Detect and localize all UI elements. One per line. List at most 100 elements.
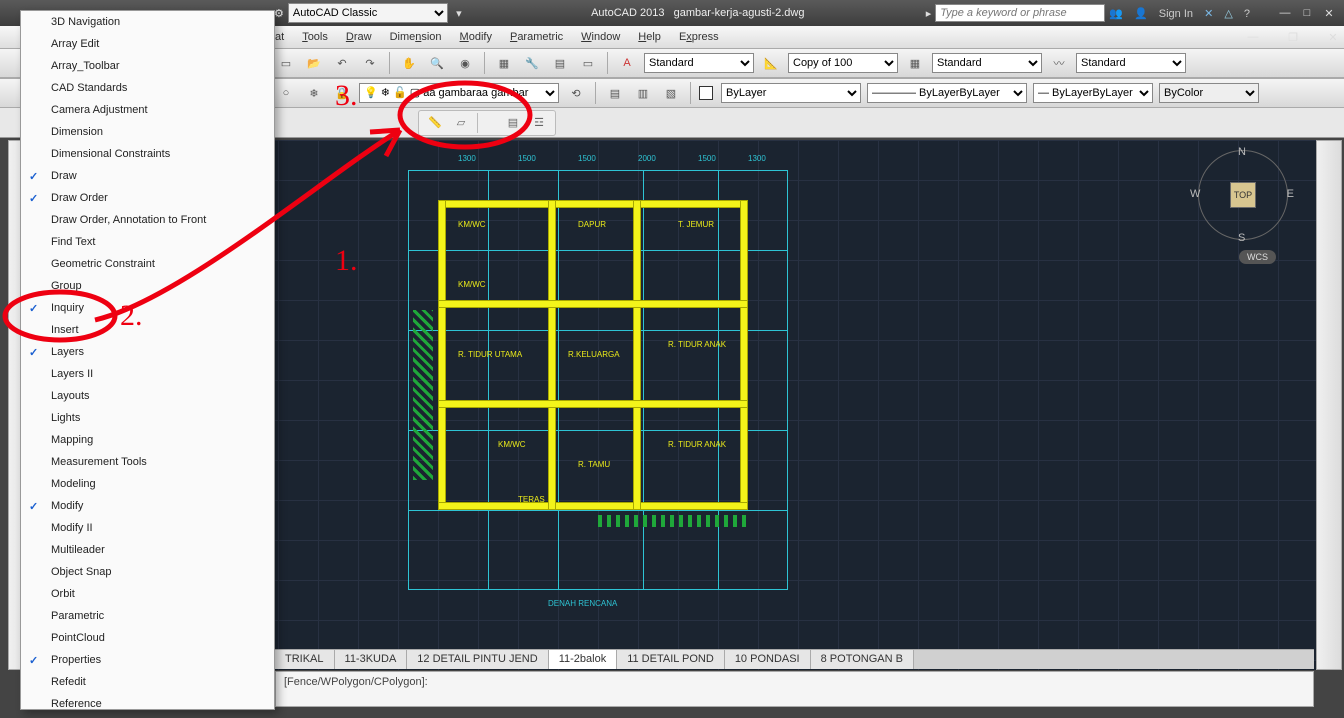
- infocenter-icon[interactable]: 👥: [1109, 8, 1123, 20]
- context-menu-item[interactable]: CAD Standards: [21, 77, 274, 99]
- context-menu-item[interactable]: Geometric Constraint: [21, 253, 274, 275]
- context-menu-item[interactable]: ✓Inquiry: [21, 297, 274, 319]
- context-menu-item[interactable]: Parametric: [21, 605, 274, 627]
- context-menu-item[interactable]: Insert: [21, 319, 274, 341]
- calc-icon[interactable]: ▭: [577, 52, 599, 74]
- context-menu-item[interactable]: Layers II: [21, 363, 274, 385]
- qat-dropdown-icon[interactable]: ▾: [448, 5, 470, 21]
- help-icon[interactable]: △: [1224, 8, 1232, 20]
- menu-item[interactable]: at: [275, 31, 284, 43]
- pan-icon[interactable]: ✋: [398, 52, 420, 74]
- textstyle-select[interactable]: Standard: [644, 53, 754, 73]
- menu-item[interactable]: Dimension: [390, 31, 442, 43]
- color-swatch[interactable]: [699, 86, 713, 100]
- context-menu-item[interactable]: Reference: [21, 693, 274, 710]
- open-icon[interactable]: 📂: [303, 52, 325, 74]
- area-icon[interactable]: ▱: [451, 113, 471, 133]
- help2-icon[interactable]: ?: [1244, 8, 1250, 20]
- menu-item[interactable]: TToolsools: [302, 31, 328, 43]
- workspace-select[interactable]: AutoCAD Classic: [288, 3, 448, 23]
- context-menu-item[interactable]: ✓Modify: [21, 495, 274, 517]
- palette-icon[interactable]: ▤: [549, 52, 571, 74]
- redo-icon[interactable]: ↷: [359, 52, 381, 74]
- layer-select[interactable]: 💡 ❄ 🔓 ▢ aa gambaraa gambar: [359, 83, 559, 103]
- signin-icon[interactable]: 👤: [1134, 8, 1148, 20]
- sheet-icon[interactable]: ▦: [493, 52, 515, 74]
- viewcube-e[interactable]: E: [1287, 188, 1294, 200]
- layer-off-icon[interactable]: ○: [275, 82, 297, 104]
- context-menu-item[interactable]: Modeling: [21, 473, 274, 495]
- context-menu-item[interactable]: Modify II: [21, 517, 274, 539]
- zoom-icon[interactable]: 🔍: [426, 52, 448, 74]
- doc-restore-button[interactable]: ❐: [1282, 29, 1304, 45]
- menu-item[interactable]: Parametric: [510, 31, 563, 43]
- context-menu-item[interactable]: Dimensional Constraints: [21, 143, 274, 165]
- dimstyle-icon[interactable]: 📐: [760, 52, 782, 74]
- doc-minimize-button[interactable]: —: [1242, 29, 1264, 45]
- context-menu-item[interactable]: 3D Navigation: [21, 11, 274, 33]
- orbit-icon[interactable]: ◉: [454, 52, 476, 74]
- region-icon[interactable]: ▤: [503, 113, 523, 133]
- linetype-select[interactable]: ———— ByLayerByLayer: [867, 83, 1027, 103]
- context-menu-item[interactable]: Object Snap: [21, 561, 274, 583]
- doc-close-button[interactable]: ✕: [1322, 29, 1344, 45]
- context-menu-item[interactable]: Measurement Tools: [21, 451, 274, 473]
- exchange-icon[interactable]: ✕: [1204, 8, 1213, 20]
- context-menu-item[interactable]: PointCloud: [21, 627, 274, 649]
- new-icon[interactable]: ▭: [275, 52, 297, 74]
- mlstyle-select[interactable]: Standard: [1076, 53, 1186, 73]
- menu-item[interactable]: Help: [638, 31, 661, 43]
- mlstyle-icon[interactable]: 〰: [1048, 52, 1070, 74]
- undo-icon[interactable]: ↶: [331, 52, 353, 74]
- layermatch-icon[interactable]: ▧: [660, 82, 682, 104]
- menu-item[interactable]: Window: [581, 31, 620, 43]
- context-menu-item[interactable]: ✓Draw: [21, 165, 274, 187]
- lineweight-select[interactable]: — ByLayerByLayer: [1033, 83, 1153, 103]
- layout-tab[interactable]: 8 POTONGAN B: [811, 650, 914, 669]
- signin-label[interactable]: Sign In: [1159, 8, 1193, 20]
- dimstyle-select[interactable]: Copy of 100: [788, 53, 898, 73]
- context-menu-item[interactable]: Orbit: [21, 583, 274, 605]
- context-menu-item[interactable]: Lights: [21, 407, 274, 429]
- viewcube[interactable]: TOP N S E W: [1198, 150, 1288, 240]
- context-menu-item[interactable]: ✓Layers: [21, 341, 274, 363]
- context-menu-item[interactable]: Array Edit: [21, 33, 274, 55]
- layer-lock-icon[interactable]: 🔒: [331, 82, 353, 104]
- layout-tab[interactable]: 11-2balok: [549, 650, 618, 669]
- menu-item[interactable]: Draw: [346, 31, 372, 43]
- layer-prev-icon[interactable]: ⟲: [565, 82, 587, 104]
- viewcube-top[interactable]: TOP: [1230, 182, 1256, 208]
- tool-icon[interactable]: 🔧: [521, 52, 543, 74]
- tablestyle-select[interactable]: Standard: [932, 53, 1042, 73]
- close-button[interactable]: ✕: [1318, 5, 1340, 21]
- layeriso-icon[interactable]: ▥: [632, 82, 654, 104]
- context-menu-item[interactable]: Layouts: [21, 385, 274, 407]
- distance-icon[interactable]: 📏: [425, 113, 445, 133]
- wcs-label[interactable]: WCS: [1239, 250, 1276, 264]
- command-line[interactable]: [Fence/WPolygon/CPolygon]:: [275, 671, 1314, 707]
- layout-tab[interactable]: 12 DETAIL PINTU JEND: [407, 650, 548, 669]
- search-input[interactable]: [935, 4, 1105, 22]
- layer-freeze-icon[interactable]: ❄: [303, 82, 325, 104]
- context-menu-item[interactable]: ✓Properties: [21, 649, 274, 671]
- plotstyle-select[interactable]: ByColor: [1159, 83, 1259, 103]
- inquiry-toolbar[interactable]: 📏 ▱ ▤ ☲: [418, 110, 556, 136]
- layout-tab[interactable]: 10 PONDASI: [725, 650, 811, 669]
- tablestyle-icon[interactable]: ▦: [904, 52, 926, 74]
- context-menu-item[interactable]: Group: [21, 275, 274, 297]
- viewcube-n[interactable]: N: [1238, 146, 1246, 158]
- context-menu-item[interactable]: Multileader: [21, 539, 274, 561]
- context-menu-item[interactable]: Dimension: [21, 121, 274, 143]
- context-menu-item[interactable]: Array_Toolbar: [21, 55, 274, 77]
- context-menu-item[interactable]: Camera Adjustment: [21, 99, 274, 121]
- viewcube-s[interactable]: S: [1238, 232, 1245, 244]
- menu-item[interactable]: Express: [679, 31, 719, 43]
- layerstate-icon[interactable]: ▤: [604, 82, 626, 104]
- layout-tab[interactable]: TRIKAL: [275, 650, 335, 669]
- context-menu-item[interactable]: Refedit: [21, 671, 274, 693]
- context-menu-item[interactable]: Draw Order, Annotation to Front: [21, 209, 274, 231]
- context-menu-item[interactable]: Mapping: [21, 429, 274, 451]
- layout-tab[interactable]: 11-3KUDA: [335, 650, 408, 669]
- right-toolbar[interactable]: [1316, 140, 1342, 670]
- context-menu-item[interactable]: Find Text: [21, 231, 274, 253]
